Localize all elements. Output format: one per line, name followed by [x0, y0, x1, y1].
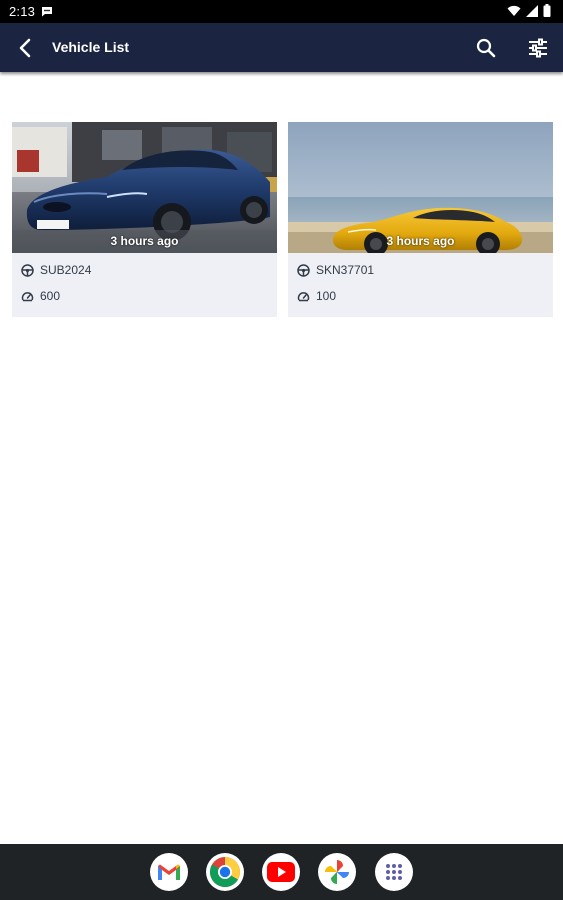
gmail-icon[interactable]	[150, 853, 188, 891]
vehicle-card[interactable]: 3 hours ago SKN37701 100	[288, 122, 553, 317]
page-title: Vehicle List	[52, 39, 130, 55]
status-time: 2:13	[9, 4, 36, 19]
vehicle-card[interactable]: 3 hours ago SUB2024 600	[12, 122, 277, 317]
search-icon[interactable]	[474, 36, 498, 60]
plate-row: SKN37701	[297, 263, 374, 277]
photos-icon[interactable]	[318, 853, 356, 891]
system-dock	[0, 844, 563, 900]
chat-notification-icon	[42, 7, 52, 17]
app-drawer-icon[interactable]	[375, 853, 413, 891]
time-ago-label: 3 hours ago	[386, 234, 455, 248]
status-bar: 2:13	[0, 0, 563, 23]
signal-icon	[526, 4, 538, 17]
youtube-icon[interactable]	[262, 853, 300, 891]
time-ago-label: 3 hours ago	[110, 234, 179, 248]
back-arrow-icon[interactable]	[12, 35, 38, 61]
steering-wheel-icon	[297, 263, 310, 277]
speedometer-icon	[21, 291, 34, 301]
mileage-row: 600	[21, 289, 60, 303]
plate-number: SUB2024	[40, 263, 92, 277]
filter-sliders-icon[interactable]	[526, 36, 550, 60]
mileage-row: 100	[297, 289, 336, 303]
speedometer-icon	[297, 291, 310, 301]
status-icons	[507, 4, 551, 17]
wifi-icon	[507, 5, 521, 16]
mileage-value: 600	[40, 289, 61, 303]
plate-row: SUB2024	[21, 263, 91, 277]
mileage-value: 100	[316, 289, 337, 303]
steering-wheel-icon	[21, 263, 34, 277]
chrome-icon[interactable]	[206, 853, 244, 891]
battery-icon	[543, 4, 551, 17]
app-bar: Vehicle List	[0, 23, 563, 72]
plate-number: SKN37701	[316, 263, 375, 277]
